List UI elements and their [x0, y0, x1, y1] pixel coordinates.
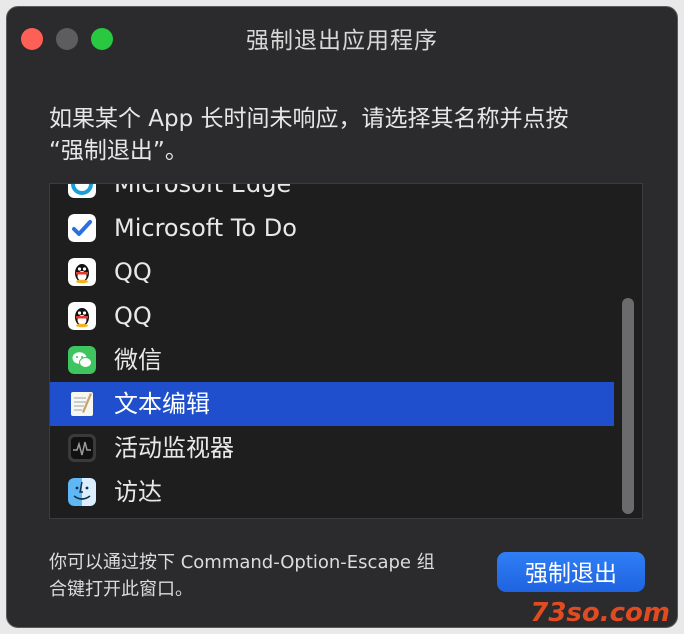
activity-monitor-icon [68, 434, 96, 462]
force-quit-button[interactable]: 强制退出 [497, 552, 645, 592]
instruction-line-1: 如果某个 App 长时间未响应，请选择其名称并点按 [49, 106, 569, 132]
title-bar: 强制退出应用程序 [7, 7, 677, 63]
app-row-activity-monitor[interactable]: 活动监视器 [50, 426, 614, 470]
scrollbar-thumb[interactable] [622, 298, 634, 514]
window-title: 强制退出应用程序 [246, 28, 438, 54]
force-quit-window: 强制退出应用程序 如果某个 App 长时间未响应，请选择其名称并点按 “强制退出… [6, 6, 678, 628]
app-name: Microsoft To Do [114, 214, 297, 242]
app-row-textedit[interactable]: 文本编辑 [50, 382, 614, 426]
app-list[interactable]: Microsoft Edge Microsoft To Do QQ QQ 微信 … [49, 183, 643, 519]
edge-icon [68, 184, 96, 198]
app-name: QQ [114, 258, 152, 286]
app-row-microsoft-edge[interactable]: Microsoft Edge [50, 183, 614, 206]
app-list-rows: Microsoft Edge Microsoft To Do QQ QQ 微信 … [50, 183, 614, 514]
todo-icon [68, 214, 96, 242]
app-name: 文本编辑 [114, 390, 210, 418]
app-row-microsoft-to-do[interactable]: Microsoft To Do [50, 206, 614, 250]
finder-icon [68, 478, 96, 506]
wechat-icon [68, 346, 96, 374]
textedit-icon [68, 390, 96, 418]
qq-icon [68, 258, 96, 286]
app-row-wechat[interactable]: 微信 [50, 338, 614, 382]
app-name: Microsoft Edge [114, 183, 292, 198]
shortcut-hint-line-2: 合键打开此窗口。 [49, 579, 193, 600]
shortcut-hint: 你可以通过按下 Command-Option-Escape 组 合键打开此窗口。 [49, 549, 479, 603]
qq-icon [68, 302, 96, 330]
app-row-finder[interactable]: 访达 [50, 470, 614, 514]
app-name: 微信 [114, 346, 162, 374]
app-name: 活动监视器 [114, 434, 234, 462]
instruction-text: 如果某个 App 长时间未响应，请选择其名称并点按 “强制退出”。 [49, 103, 649, 167]
app-row-qq[interactable]: QQ [50, 294, 614, 338]
app-list-scrollbar[interactable] [614, 186, 640, 516]
instruction-line-2: “强制退出”。 [49, 138, 188, 164]
app-row-qq[interactable]: QQ [50, 250, 614, 294]
site-watermark: 73so.com [530, 598, 670, 628]
shortcut-hint-line-1: 你可以通过按下 Command-Option-Escape 组 [49, 552, 435, 573]
app-name: QQ [114, 302, 152, 330]
app-name: 访达 [114, 478, 162, 506]
